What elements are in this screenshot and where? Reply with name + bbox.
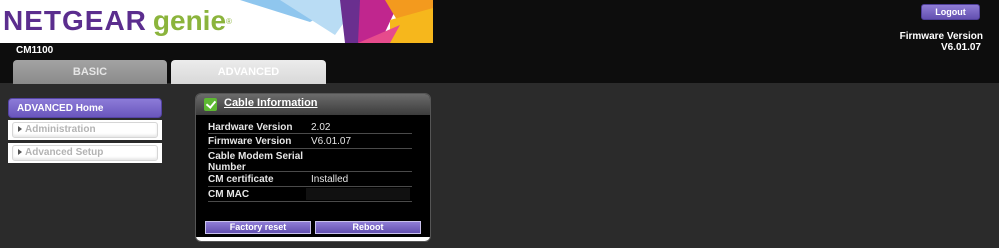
expand-arrow-icon <box>18 149 22 156</box>
row-value: Installed <box>311 174 349 185</box>
sidebar-item-advanced-setup[interactable]: Advanced Setup <box>8 143 162 163</box>
row-label: CM certificate <box>208 174 274 185</box>
table-row: CM certificate Installed <box>208 172 412 187</box>
checkmark-icon <box>204 98 217 111</box>
panel-title[interactable]: Cable Information <box>224 97 318 109</box>
cable-info-table: Hardware Version 2.02 Firmware Version V… <box>208 120 412 202</box>
sidebar-item-advanced-home[interactable]: ADVANCED Home <box>8 98 162 118</box>
row-label: Firmware Version <box>208 136 292 147</box>
netgear-genie-logo: NETGEAR genie® <box>0 0 433 43</box>
tab-basic[interactable]: BASIC <box>13 60 167 84</box>
panel-header: Cable Information <box>196 94 430 115</box>
panel-footer <box>196 237 430 241</box>
table-row: CM MAC <box>208 187 412 202</box>
cable-information-panel: Cable Information Hardware Version 2.02 … <box>195 93 431 242</box>
logout-button[interactable]: Logout <box>921 4 980 20</box>
sidebar-item-administration[interactable]: Administration <box>8 120 162 140</box>
sidebar-item-label: Administration <box>25 124 96 135</box>
logo-brand-text: NETGEAR <box>3 5 147 36</box>
header: NETGEAR genie® CM1100 Logout Firmware Ver… <box>0 0 999 84</box>
logo-registered-mark: ® <box>226 17 232 26</box>
sidebar-item-label: Advanced Setup <box>25 147 104 158</box>
row-label: CM MAC <box>208 189 250 200</box>
firmware-version-label: Firmware Version <box>899 31 983 42</box>
masked-value <box>306 188 410 200</box>
tab-advanced[interactable]: ADVANCED <box>171 60 326 84</box>
firmware-version-value: V6.01.07 <box>940 42 981 53</box>
row-label: Hardware Version <box>208 122 293 133</box>
row-label: Cable Modem Serial Number <box>208 151 304 173</box>
logo-product-text: genie <box>152 5 227 36</box>
factory-reset-button[interactable]: Factory reset <box>205 221 311 234</box>
row-value: 2.02 <box>311 122 331 133</box>
logo-art-graphic <box>240 0 433 43</box>
table-row: Firmware Version V6.01.07 <box>208 134 412 149</box>
table-row: Hardware Version 2.02 <box>208 120 412 134</box>
row-value: V6.01.07 <box>311 136 352 147</box>
model-name: CM1100 <box>16 45 54 56</box>
reboot-button[interactable]: Reboot <box>315 221 421 234</box>
table-row: Cable Modem Serial Number <box>208 149 412 173</box>
expand-arrow-icon <box>18 126 22 133</box>
